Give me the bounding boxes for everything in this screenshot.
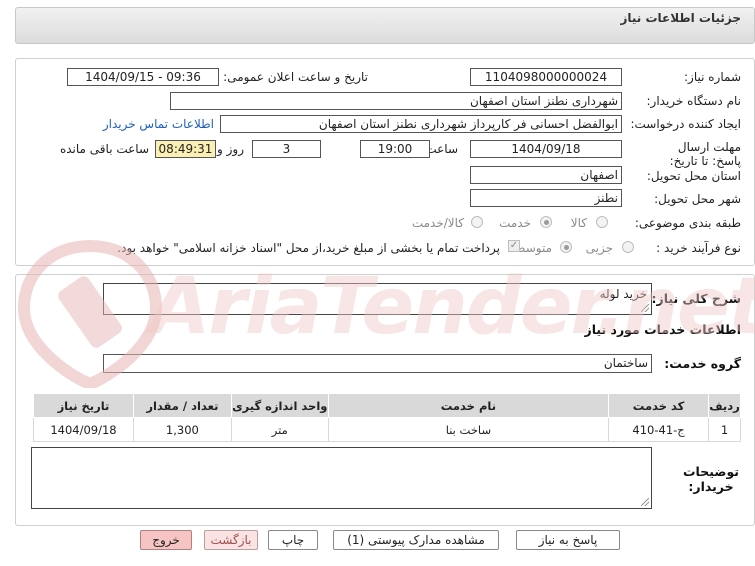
col-date-header: تاریخ نیاز: [33, 393, 134, 418]
remaining-label: ساعت باقی مانده: [59, 142, 149, 156]
creator-field: ابوالفضل احسانی فر کارپرداز شهرداری نطنز…: [220, 115, 622, 133]
col-code-header: کد خدمت: [608, 393, 710, 418]
summary-textarea: خرید لوله: [103, 283, 652, 315]
need-number-label: شماره نیاز:: [684, 70, 741, 84]
cell-row: 1: [708, 417, 741, 442]
purchase-type-label: نوع فرآیند خرید :: [656, 241, 741, 255]
resize-handle-icon[interactable]: [641, 498, 649, 506]
category-radio-service[interactable]: [540, 216, 552, 228]
view-documents-button[interactable]: مشاهده مدارک پیوستی (1): [333, 530, 499, 550]
deadline-date-field: 1404/09/18: [470, 140, 622, 158]
col-row-header: ردیف: [708, 393, 741, 418]
deadline-time-label: ساعت: [425, 142, 458, 156]
treasury-checkbox[interactable]: ✓: [508, 240, 520, 252]
remaining-time-field: 08:49:31: [155, 140, 216, 158]
need-info-panel: [15, 58, 755, 266]
purchase-radio-medium[interactable]: [560, 241, 572, 253]
service-group-field: ساختمان: [103, 354, 652, 373]
print-button[interactable]: چاپ: [268, 530, 318, 550]
cell-date: 1404/09/18: [33, 417, 134, 442]
province-label: استان محل تحویل:: [646, 169, 741, 183]
category-option-goods-service: کالا/خدمت: [411, 216, 464, 230]
province-field: اصفهان: [470, 166, 622, 184]
col-name-header: نام خدمت: [327, 393, 610, 418]
category-radio-goods-service[interactable]: [471, 216, 483, 228]
back-button[interactable]: بازگشت: [204, 530, 258, 550]
creator-label: ایجاد کننده درخواست:: [630, 117, 741, 131]
summary-label: شرح کلی نیاز:: [651, 291, 741, 306]
category-radio-goods[interactable]: [596, 216, 608, 228]
payment-note: پرداخت تمام یا بخشی از مبلغ خرید،از محل …: [117, 241, 500, 255]
cell-unit: متر: [230, 417, 329, 442]
page-title: جزئیات اطلاعات نیاز: [620, 11, 741, 25]
city-label: شهر محل تحویل:: [654, 192, 741, 206]
category-option-goods: کالا: [570, 216, 587, 230]
days-field: 3: [252, 140, 321, 158]
buyer-notes-textarea: [31, 447, 652, 509]
buyer-org-label: نام دستگاه خریدار:: [646, 94, 742, 108]
reply-button[interactable]: پاسخ به نیاز: [516, 530, 620, 550]
announce-field: 1404/09/15 - 09:36: [67, 68, 219, 86]
col-unit-header: واحد اندازه گیری: [230, 393, 329, 418]
buyer-contact-link[interactable]: اطلاعات تماس خریدار: [103, 117, 214, 131]
table-header-row: ردیف کد خدمت نام خدمت واحد اندازه گیری ت…: [33, 393, 741, 418]
cell-name: ساخت بنا: [327, 417, 610, 442]
days-label: روز و: [217, 142, 244, 156]
services-heading: اطلاعات خدمات مورد نیاز: [584, 322, 742, 337]
exit-button[interactable]: خروج: [140, 530, 192, 550]
col-qty-header: تعداد / مقدار: [132, 393, 232, 418]
service-group-label: گروه خدمت:: [664, 356, 741, 371]
services-table: ردیف کد خدمت نام خدمت واحد اندازه گیری ت…: [33, 393, 741, 442]
category-label: طبقه بندی موضوعی:: [634, 216, 741, 230]
summary-text: خرید لوله: [599, 287, 647, 301]
purchase-radio-minor[interactable]: [622, 241, 634, 253]
cell-qty: 1,300: [132, 417, 232, 442]
announce-label: تاریخ و ساعت اعلان عمومی:: [223, 70, 368, 84]
need-number-field: 1104098000000024: [470, 68, 622, 86]
deadline-label: مهلت ارسال پاسخ: تا تاریخ:: [669, 140, 741, 168]
category-option-service: خدمت: [499, 216, 531, 230]
cell-code: ج-41-410: [608, 417, 710, 442]
deadline-time-field: 19:00: [360, 140, 430, 158]
table-row: 1 ج-41-410 ساخت بنا متر 1,300 1404/09/18: [33, 417, 741, 442]
buyer-notes-label: توضیحات خریدار:: [683, 464, 739, 494]
city-field: نطنز: [470, 189, 622, 207]
purchase-option-minor: جزیی: [585, 241, 613, 255]
resize-handle-icon[interactable]: [641, 304, 649, 312]
buyer-org-field: شهرداری نطنز استان اصفهان: [170, 92, 622, 110]
